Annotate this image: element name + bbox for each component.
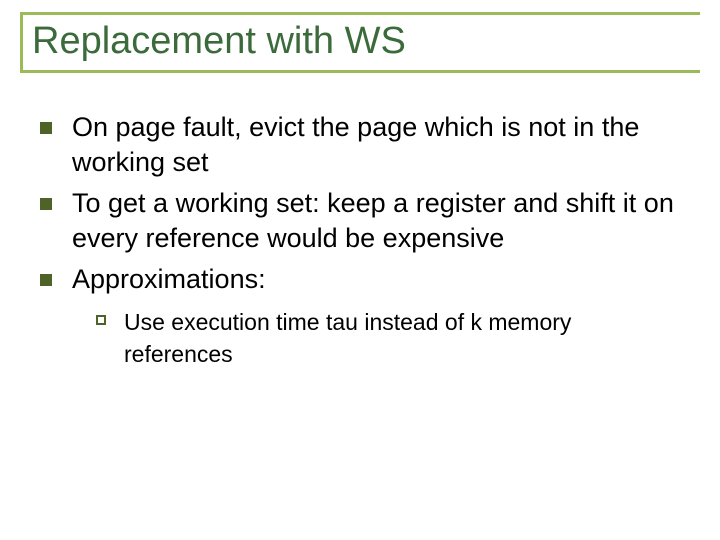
bullet-icon [40,274,52,286]
slide-body: On page fault, evict the page which is n… [40,110,680,370]
bullet-text: To get a working set: keep a register an… [72,186,680,256]
sub-list-item: Use execution time tau instead of k memo… [96,307,680,369]
sub-bullet-icon [96,315,106,325]
bullet-text: Approximations: [72,262,266,297]
list-item: To get a working set: keep a register an… [40,186,680,256]
bullet-icon [40,198,52,210]
title-rule-left [20,12,23,70]
bullet-icon [40,122,52,134]
title-rule-top [20,12,700,15]
slide-title: Replacement with WS [32,20,406,63]
list-item: On page fault, evict the page which is n… [40,110,680,180]
slide: Replacement with WS On page fault, evict… [0,0,720,540]
sub-bullet-text: Use execution time tau instead of k memo… [124,307,680,369]
bullet-text: On page fault, evict the page which is n… [72,110,680,180]
list-item: Approximations: [40,262,680,297]
title-rule-bottom [20,70,700,73]
